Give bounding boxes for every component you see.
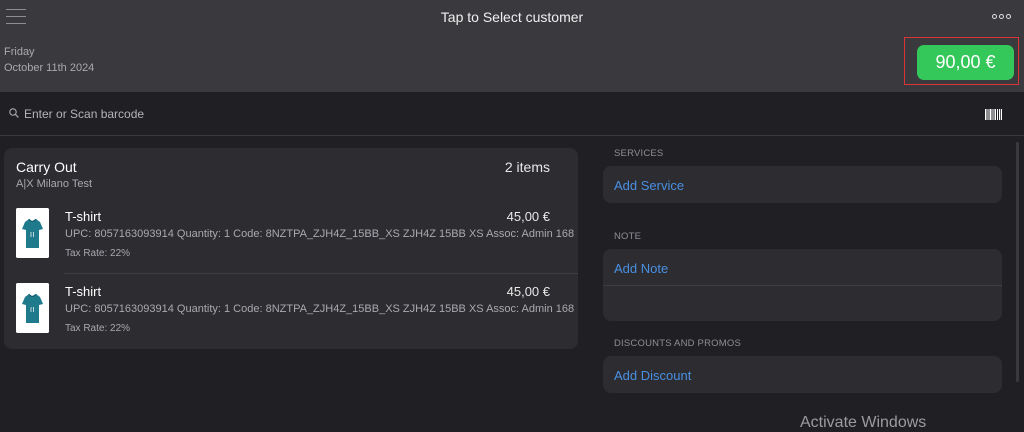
order-type-label: Carry Out: [16, 159, 77, 175]
services-section-label: SERVICES: [614, 148, 664, 159]
date-display: Friday October 11th 2024: [4, 44, 94, 76]
cart-panel: Carry Out 2 items A|X Milano Test T-shir…: [4, 148, 578, 349]
scrollbar[interactable]: [1016, 142, 1019, 382]
item-tax-rate: Tax Rate: 22%: [65, 323, 131, 334]
date-label: October 11th 2024: [4, 62, 95, 74]
barcode-search-input[interactable]: [24, 106, 624, 122]
item-details: UPC: 8057163093914 Quantity: 1 Code: 8NZ…: [65, 228, 575, 240]
services-card: Add Service: [603, 166, 1002, 203]
tshirt-product-image: [16, 283, 49, 333]
add-discount-button[interactable]: Add Discount: [614, 368, 691, 383]
total-highlight-frame: 90,00 €: [904, 37, 1019, 85]
top-bar: Tap to Select customer Friday October 11…: [0, 0, 1024, 92]
day-label: Friday: [4, 46, 35, 58]
store-name-label: A|X Milano Test: [16, 178, 93, 190]
note-section-label: NOTE: [614, 231, 642, 242]
item-details: UPC: 8057163093914 Quantity: 1 Code: 8NZ…: [65, 303, 575, 315]
activate-windows-watermark: Activate Windows: [800, 414, 927, 431]
more-options-icon[interactable]: [992, 11, 1012, 21]
tshirt-product-image: [16, 208, 49, 258]
search-icon: [9, 108, 19, 118]
add-service-button[interactable]: Add Service: [614, 178, 684, 193]
item-count-label: 2 items: [504, 159, 550, 175]
item-price: 45,00 €: [506, 284, 550, 299]
item-name: T-shirt: [65, 209, 102, 224]
add-note-button[interactable]: Add Note: [614, 261, 668, 276]
hamburger-menu-icon[interactable]: [6, 9, 26, 25]
discounts-card: Add Discount: [603, 356, 1002, 393]
cart-item[interactable]: T-shirt 45,00 € UPC: 8057163093914 Quant…: [4, 198, 578, 273]
search-bar: [0, 92, 1024, 136]
note-card: Add Note: [603, 249, 1002, 321]
barcode-icon[interactable]: [985, 109, 1002, 120]
item-tax-rate: Tax Rate: 22%: [65, 248, 131, 259]
total-button[interactable]: 90,00 €: [917, 45, 1014, 80]
discounts-section-label: DISCOUNTS AND PROMOS: [614, 338, 741, 349]
customer-select-title: Tap to Select customer: [0, 9, 1024, 25]
item-name: T-shirt: [65, 284, 102, 299]
select-customer-button[interactable]: Tap to Select customer: [441, 9, 583, 25]
item-price: 45,00 €: [506, 209, 550, 224]
note-divider: [603, 285, 1002, 286]
cart-item[interactable]: T-shirt 45,00 € UPC: 8057163093914 Quant…: [4, 273, 578, 348]
item-divider: [64, 273, 578, 274]
